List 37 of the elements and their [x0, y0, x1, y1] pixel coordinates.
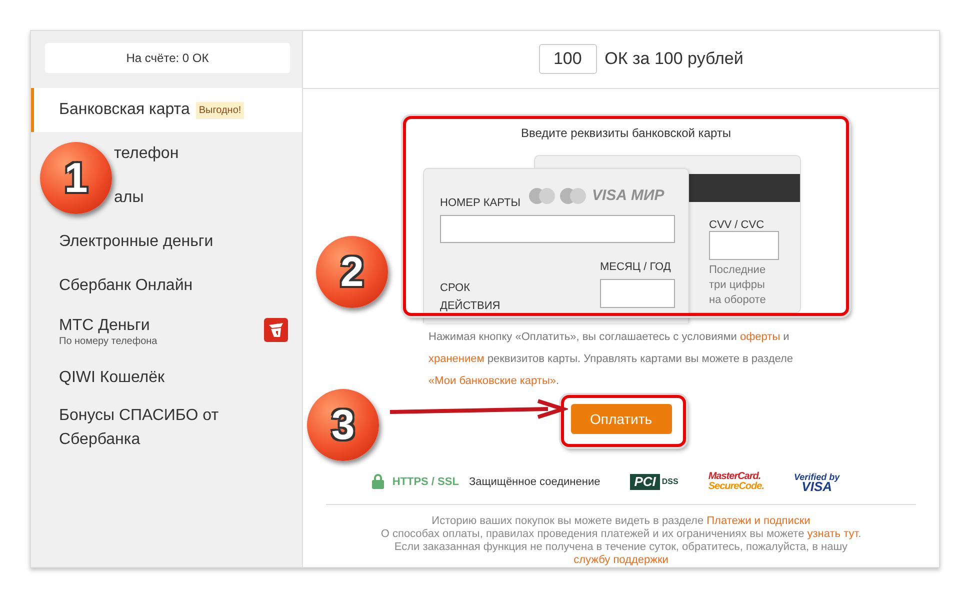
brand-logo: VISA	[592, 187, 628, 204]
secure-label: Защищённое соединение	[468, 476, 600, 488]
cvv-field[interactable]	[709, 230, 779, 260]
balance-label: На счёте: 0 ОК	[45, 43, 290, 73]
sidebar-item[interactable]: QIWI Кошелёк	[31, 356, 302, 400]
amount-label: ОК за 100 рублей	[604, 49, 744, 70]
card-number-field[interactable]	[440, 214, 675, 243]
cvv-label: CVV / CVC	[709, 218, 764, 231]
wallet-app-icon	[264, 318, 288, 342]
protocol-label: HTTPS / SSL	[392, 476, 459, 488]
brand-logo: МИР	[631, 187, 664, 204]
amount-field[interactable]: 100	[538, 44, 597, 74]
cvv-hint: Последние три цифры на обороте	[709, 262, 767, 308]
agreement-text: Нажимая кнопку «Оплатить», вы соглашаетесь с условиями оферты и хранением реквизитов карты. Управлять картами вы можете в разделе «Мои банковские карты».	[428, 330, 794, 389]
item-label: МТС Деньги	[59, 317, 150, 335]
sidebar-item[interactable]: Сбербанк Онлайн	[31, 264, 302, 308]
lock-icon	[372, 474, 384, 490]
verified-by-visa-logo: Verified by VISA	[794, 472, 840, 492]
promo-tag: Выгодно!	[196, 102, 244, 118]
sidebar-item[interactable]: телефон	[114, 145, 179, 163]
expiry-field[interactable]	[600, 278, 675, 308]
sidebar-item[interactable]: МТС Деньги По номеру телефона	[31, 308, 302, 356]
card-number-label: НОМЕР КАРТЫ	[440, 196, 520, 209]
footer-text: О способах оплаты, правилах проведения платежей и их ограничениях вы можете узнать тут.	[380, 528, 862, 541]
month-year-label: МЕСЯЦ / ГОД	[600, 260, 671, 273]
pci-dss-logo: PCI DSS	[630, 474, 678, 490]
footer-text: Историю ваших покупок вы можете видеть в разделе Платежи и подписки	[432, 515, 810, 528]
form-title: Введите реквизиты банковской карты	[520, 126, 732, 140]
card-network-icon	[528, 186, 588, 205]
sidebar-item[interactable]: Банковская карта Выгодно!	[31, 88, 302, 132]
sidebar-item[interactable]: Бонусы СПАСИБО от Сбербанка	[31, 400, 302, 456]
sidebar-item[interactable]: алы	[114, 189, 144, 207]
sidebar-item[interactable]: Электронные деньги	[31, 220, 302, 264]
expiry-label: СРОК ДЕЙСТВИЯ	[440, 280, 502, 314]
item-sublabel: По номеру телефона	[59, 336, 158, 347]
footer-text: Если заказанная функция не получена в течение суток, обратитесь, пожалуйста, в нашу	[394, 541, 848, 554]
securecode-logo: MasterCard. SecureCode.	[708, 472, 764, 492]
